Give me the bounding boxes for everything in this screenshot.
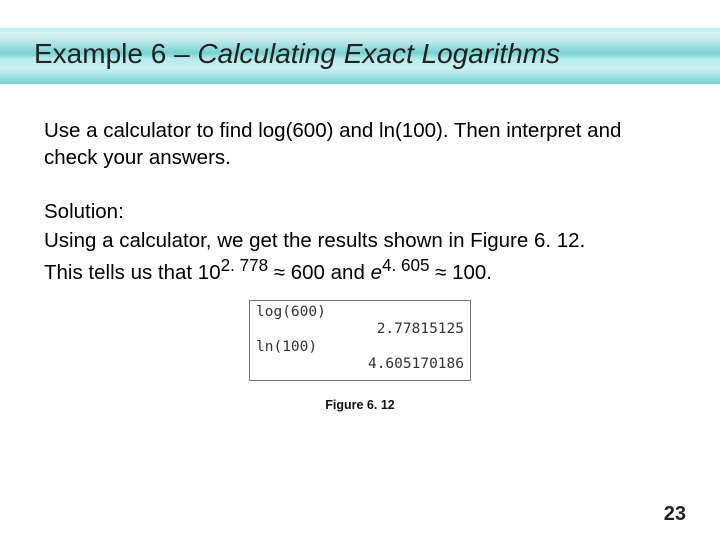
solution-body: Using a calculator, we get the results s… (44, 228, 676, 286)
title-main: Calculating Exact Logarithms (197, 38, 560, 69)
calc-line-1: log(600) (256, 304, 464, 321)
calc-line-4: 4.605170186 (256, 356, 464, 373)
approx-1: ≈ 600 and (268, 260, 370, 283)
figure-caption: Figure 6. 12 (44, 397, 676, 413)
calculator-output: log(600) 2.77815125 ln(100) 4.605170186 (249, 300, 471, 381)
title-prefix: Example 6 – (34, 38, 197, 69)
solution-label: Solution: (44, 199, 676, 226)
solution-line2-prefix: This tells us that 10 (44, 260, 221, 283)
problem-text: Use a calculator to find log(600) and ln… (44, 118, 676, 171)
slide: Example 6 – Calculating Exact Logarithms… (0, 0, 720, 540)
title-band: Example 6 – Calculating Exact Logarithms (0, 28, 720, 84)
exponent-2: 4. 605 (382, 256, 429, 275)
var-e: e (371, 260, 382, 283)
solution-line1: Using a calculator, we get the results s… (44, 229, 585, 252)
slide-title: Example 6 – Calculating Exact Logarithms (34, 38, 560, 70)
page-number: 23 (664, 503, 686, 526)
exponent-1: 2. 778 (221, 256, 268, 275)
content-area: Use a calculator to find log(600) and ln… (44, 118, 676, 413)
calc-line-2: 2.77815125 (256, 321, 464, 338)
approx-2: ≈ 100. (429, 260, 492, 283)
calc-line-3: ln(100) (256, 339, 464, 356)
